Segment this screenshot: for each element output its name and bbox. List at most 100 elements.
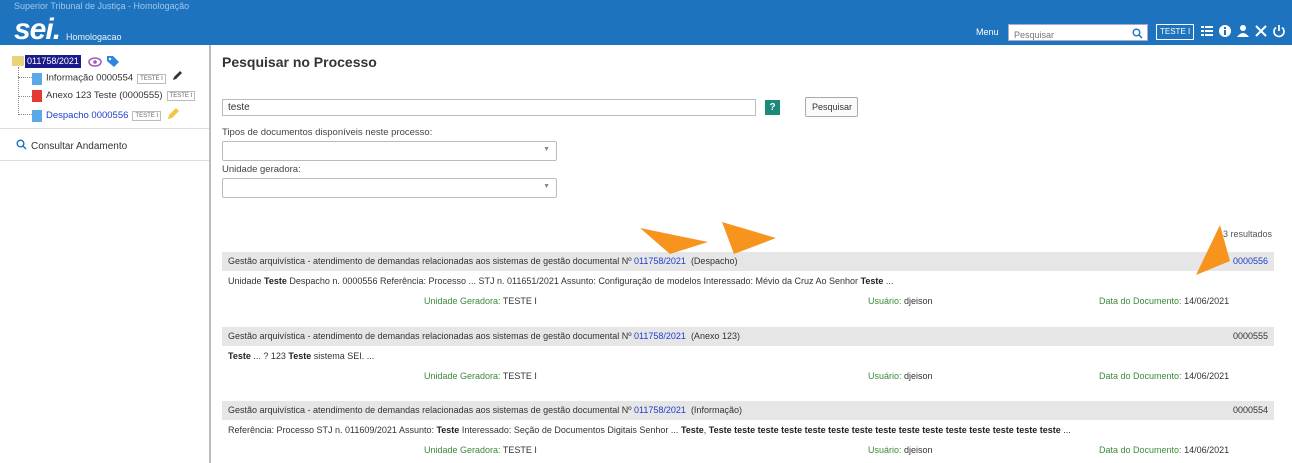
unit-selector[interactable]: TESTE I xyxy=(1156,24,1195,40)
highlight-term: Teste xyxy=(436,425,460,435)
meta-key: Unidade Geradora: xyxy=(424,371,501,381)
result-date: Data do Documento: 14/06/2021 xyxy=(1099,296,1229,306)
global-search[interactable] xyxy=(1008,24,1148,44)
result-user: Usuário: djeison xyxy=(868,371,933,381)
meta-key: Usuário: xyxy=(868,445,902,455)
annotation-arrow-icon xyxy=(1196,225,1230,275)
power-icon[interactable] xyxy=(1272,24,1288,40)
process-link[interactable]: 011758/2021 xyxy=(634,256,686,266)
help-button[interactable]: ? xyxy=(765,100,780,115)
result-snippet: Unidade Teste Despacho n. 0000556 Referê… xyxy=(228,276,893,286)
highlight-term: Teste xyxy=(228,351,251,361)
snippet-text: ... xyxy=(1060,425,1071,435)
result-generator: Unidade Geradora: TESTE I xyxy=(424,445,537,455)
pdf-icon xyxy=(32,90,42,102)
tree-doc-informacao[interactable]: Informação 0000554 TESTE I xyxy=(32,70,183,87)
meta-value: djeison xyxy=(904,296,933,306)
search-term-input[interactable] xyxy=(222,99,756,116)
unit-tag: TESTE I xyxy=(166,91,196,101)
doc-label[interactable]: Despacho 0000556 xyxy=(46,110,128,121)
snippet-text: Interessado: Seção de Documentos Digitai… xyxy=(459,425,681,435)
global-search-input[interactable] xyxy=(1009,28,1124,42)
chevron-down-icon: ▼ xyxy=(543,183,550,190)
tree-branch xyxy=(18,77,32,79)
highlight-term: Teste xyxy=(860,276,884,286)
snippet-text: ... ? 123 xyxy=(250,351,289,361)
doc-type: (Despacho) xyxy=(690,256,738,266)
consult-andamento-link[interactable]: Consultar Andamento xyxy=(16,139,127,155)
environment-label: Homologacao xyxy=(66,32,122,42)
meta-key: Usuário: xyxy=(868,371,902,381)
snippet-text: Despacho n. 0000556 Referência: Processo… xyxy=(286,276,861,286)
doc-types-select[interactable]: ▼ xyxy=(222,141,557,161)
pencil-yellow-icon[interactable] xyxy=(167,107,180,125)
unit-select[interactable]: ▼ xyxy=(222,178,557,198)
result-title: Gestão arquivística - atendimento de dem… xyxy=(228,331,632,341)
result-user: Usuário: djeison xyxy=(868,445,933,455)
folder-icon xyxy=(12,56,24,66)
result-user: Usuário: djeison xyxy=(868,296,933,306)
divider xyxy=(0,128,209,129)
annotation-arrow-icon xyxy=(640,228,708,254)
result-snippet: Teste ... ? 123 Teste sistema SEI. ... xyxy=(228,351,374,361)
process-link[interactable]: 011758/2021 xyxy=(634,405,686,415)
annotation-arrow-icon xyxy=(722,222,776,254)
tree-branch xyxy=(18,114,32,116)
result-generator: Unidade Geradora: TESTE I xyxy=(424,296,537,306)
result-title: Gestão arquivística - atendimento de dem… xyxy=(228,256,632,266)
sei-logo[interactable]: sei. xyxy=(14,15,61,45)
doc-icon xyxy=(32,110,42,122)
tree-doc-despacho[interactable]: Despacho 0000556 TESTE I xyxy=(32,107,180,122)
snippet-text: Unidade xyxy=(228,276,265,286)
search-icon xyxy=(16,139,27,155)
doc-label[interactable]: Informação 0000554 xyxy=(46,73,133,84)
meta-value: TESTE I xyxy=(502,296,537,306)
top-bar: Superior Tribunal de Justiça - Homologaç… xyxy=(0,0,1292,45)
highlight-term: Teste xyxy=(680,425,704,435)
snippet-text: sistema SEI. ... xyxy=(311,351,375,361)
meta-key: Data do Documento: xyxy=(1099,296,1182,306)
process-link[interactable]: 011758/2021 xyxy=(634,331,686,341)
search-icon[interactable] xyxy=(1132,26,1143,44)
meta-key: Unidade Geradora: xyxy=(424,445,501,455)
meta-value: 14/06/2021 xyxy=(1184,296,1230,306)
search-button[interactable]: Pesquisar xyxy=(805,97,858,117)
result-title: Gestão arquivística - atendimento de dem… xyxy=(228,405,632,415)
unit-tag: TESTE I xyxy=(137,73,166,84)
grid-icon[interactable] xyxy=(1200,24,1216,40)
meta-key: Unidade Geradora: xyxy=(424,296,501,306)
menu-link[interactable]: Menu xyxy=(976,27,999,37)
doc-type: (Anexo 123) xyxy=(690,331,740,341)
tools-icon[interactable] xyxy=(1254,24,1270,40)
user-icon[interactable] xyxy=(1236,24,1252,40)
snippet-text: Referência: Processo STJ n. 011609/2021 … xyxy=(228,425,437,435)
meta-key: Usuário: xyxy=(868,296,902,306)
result-snippet: Referência: Processo STJ n. 011609/2021 … xyxy=(228,425,1071,435)
unit-label: Unidade geradora: xyxy=(222,164,301,175)
doc-icon xyxy=(32,72,42,85)
meta-value: 14/06/2021 xyxy=(1184,371,1230,381)
pen-icon[interactable] xyxy=(171,70,183,87)
consult-label[interactable]: Consultar Andamento xyxy=(31,141,127,152)
info-icon[interactable] xyxy=(1218,24,1234,40)
highlight-term: Teste xyxy=(264,276,287,286)
highlight-term: Teste teste teste teste teste teste test… xyxy=(708,425,1061,435)
tree-connector xyxy=(18,67,20,115)
doc-number-link[interactable]: 0000555 xyxy=(1233,327,1268,346)
doc-number-link[interactable]: 0000554 xyxy=(1233,401,1268,420)
chevron-down-icon: ▼ xyxy=(543,146,550,153)
process-number[interactable]: 011758/2021 xyxy=(25,55,81,68)
meta-key: Data do Documento: xyxy=(1099,445,1182,455)
page-title: Pesquisar no Processo xyxy=(222,54,377,70)
result-header: Gestão arquivística - atendimento de dem… xyxy=(222,327,1274,346)
doc-label[interactable]: Anexo 123 Teste (0000555) xyxy=(46,90,163,101)
meta-key: Data do Documento: xyxy=(1099,371,1182,381)
meta-value: TESTE I xyxy=(502,445,537,455)
org-name: Superior Tribunal de Justiça - Homologaç… xyxy=(14,1,190,11)
meta-value: djeison xyxy=(904,445,933,455)
meta-value: 14/06/2021 xyxy=(1184,445,1230,455)
doc-number-link[interactable]: 0000556 xyxy=(1233,252,1268,271)
doc-types-label: Tipos de documentos disponíveis neste pr… xyxy=(222,127,433,138)
tree-doc-anexo[interactable]: Anexo 123 Teste (0000555) TESTE I xyxy=(32,89,196,103)
unit-tag: TESTE I xyxy=(132,111,162,121)
